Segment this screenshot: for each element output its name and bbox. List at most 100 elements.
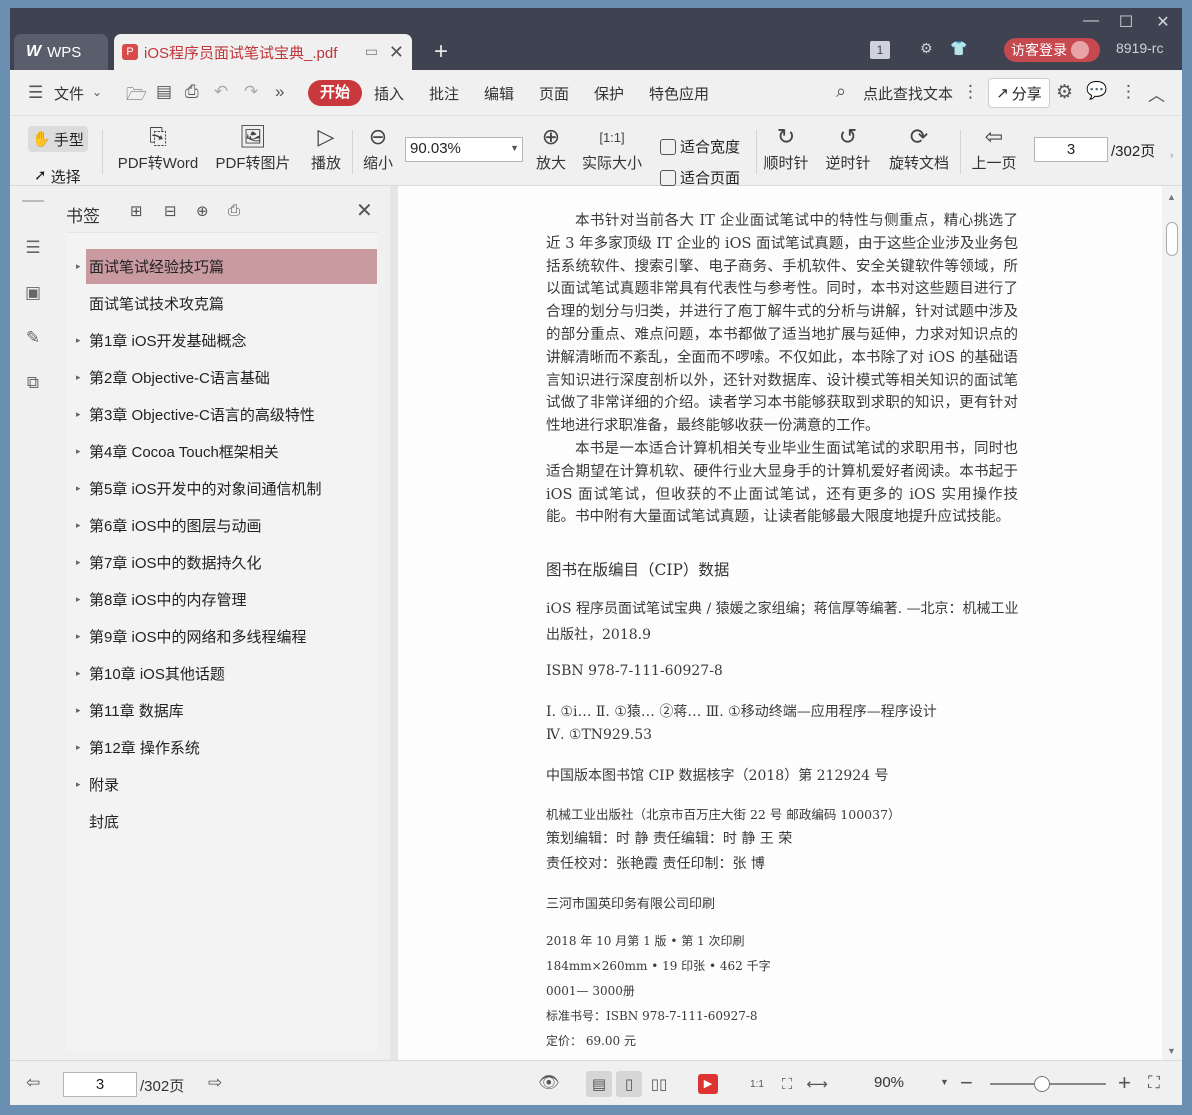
- bookmark-item[interactable]: ▸ 第8章 iOS中的内存管理: [76, 582, 377, 617]
- select-tool-button[interactable]: ➚ 选择: [34, 166, 81, 187]
- window-count-badge[interactable]: 1: [870, 41, 890, 59]
- tab-insert[interactable]: 插入: [374, 83, 404, 104]
- expand-arrow-icon[interactable]: ▸: [76, 372, 81, 383]
- search-icon[interactable]: ⌕: [836, 81, 846, 102]
- scrollbar-thumb[interactable]: [1166, 222, 1178, 256]
- bookmark-item[interactable]: ▸ 附录: [76, 767, 377, 802]
- rotate-counterclockwise-button[interactable]: ↺ 逆时针: [824, 122, 872, 173]
- chevron-down-icon[interactable]: ⌄: [92, 85, 102, 99]
- bookmark-item[interactable]: ▸ 第1章 iOS开发基础概念: [76, 323, 377, 358]
- expand-all-icon[interactable]: ⊞: [130, 202, 143, 220]
- fit-page-button[interactable]: 适合页面: [660, 167, 740, 188]
- scroll-down-icon[interactable]: ▼: [1167, 1046, 1176, 1056]
- expand-arrow-icon[interactable]: ▸: [76, 668, 81, 679]
- more-vertical-icon[interactable]: ⋮: [962, 82, 979, 102]
- fit-width-button[interactable]: 适合宽度: [660, 136, 740, 157]
- bookmark-item[interactable]: ▸ 第6章 iOS中的图层与动画: [76, 508, 377, 543]
- bookmark-item[interactable]: ▸ 面试笔试经验技巧篇: [76, 249, 377, 284]
- tab-annotate[interactable]: 批注: [429, 83, 459, 104]
- tab-pin-icon[interactable]: ▭: [365, 43, 378, 60]
- fit-width-icon[interactable]: ⟷: [804, 1071, 830, 1097]
- expand-arrow-icon[interactable]: ▸: [76, 335, 81, 346]
- expand-arrow-icon[interactable]: ▸: [76, 779, 81, 790]
- find-text-button[interactable]: 点此查找文本: [863, 83, 953, 104]
- zoom-slider-handle[interactable]: [1034, 1076, 1051, 1092]
- rotate-clockwise-button[interactable]: ↻ 顺时针: [762, 122, 810, 173]
- hamburger-menu-icon[interactable]: ☰: [28, 83, 43, 103]
- actual-size-icon[interactable]: 1:1: [744, 1071, 770, 1097]
- minimize-icon[interactable]: —: [1076, 12, 1106, 30]
- comment-icon[interactable]: 💬: [1086, 81, 1107, 101]
- bookmark-item[interactable]: ▸ 第11章 数据库: [76, 693, 377, 728]
- bookmark-item[interactable]: ▸ 第7章 iOS中的数据持久化: [76, 545, 377, 580]
- zoom-out-button[interactable]: ⊖ 缩小: [358, 122, 398, 173]
- expand-arrow-icon[interactable]: ▸: [76, 557, 81, 568]
- actual-size-button[interactable]: [1:1] 实际大小: [580, 122, 644, 173]
- fit-page-icon[interactable]: ⛶: [774, 1071, 800, 1097]
- expand-arrow-icon[interactable]: ▸: [76, 742, 81, 753]
- expand-arrow-icon[interactable]: ▸: [76, 594, 81, 605]
- collapse-ribbon-icon[interactable]: ︿: [1148, 81, 1165, 106]
- hand-tool-button[interactable]: ✋ 手型: [28, 126, 88, 152]
- expand-arrow-icon[interactable]: ▸: [76, 520, 81, 531]
- document-view[interactable]: 本书针对当前各大 IT 企业面试笔试中的特性与侧重点，精心挑选了近 3 年多家顶…: [398, 186, 1162, 1060]
- print-icon[interactable]: ⎙: [185, 82, 199, 102]
- add-bookmark-icon[interactable]: ⊕: [196, 202, 209, 220]
- zoom-in-icon[interactable]: +: [1118, 1070, 1131, 1096]
- vertical-scrollbar[interactable]: ▲ ▼: [1162, 186, 1182, 1060]
- redo-icon[interactable]: ↷: [244, 82, 258, 102]
- zoom-dropdown-icon[interactable]: ▼: [940, 1077, 949, 1087]
- tab-wps-home[interactable]: W WPS: [14, 34, 108, 70]
- pdf-to-image-button[interactable]: 🖼 PDF转图片: [212, 122, 294, 173]
- pdf-to-word-button[interactable]: ⎘ PDF转Word: [112, 122, 204, 173]
- share-button[interactable]: ↗ 分享: [988, 78, 1050, 108]
- scroll-up-icon[interactable]: ▲: [1167, 192, 1176, 202]
- collapse-all-icon[interactable]: ⊟: [164, 202, 177, 220]
- expand-arrow-icon[interactable]: ▸: [76, 483, 81, 494]
- bookmark-item[interactable]: ▸ 第9章 iOS中的网络和多线程编程: [76, 619, 377, 654]
- fullscreen-icon[interactable]: ⛶: [1148, 1073, 1160, 1093]
- zoom-out-icon[interactable]: −: [960, 1070, 973, 1096]
- save-icon[interactable]: ▤: [156, 82, 172, 102]
- bookmark-item[interactable]: ▸ 第10章 iOS其他话题: [76, 656, 377, 691]
- page-number-input[interactable]: 3: [1034, 137, 1108, 162]
- undo-icon[interactable]: ↶: [214, 82, 228, 102]
- more-options-icon[interactable]: ⋮: [1120, 82, 1137, 102]
- prev-page-arrow-icon[interactable]: ⇦: [26, 1073, 40, 1093]
- two-page-mode-icon[interactable]: ▯▯: [646, 1071, 672, 1097]
- expand-arrow-icon[interactable]: ▸: [76, 705, 81, 716]
- bookmark-list-icon[interactable]: ☰: [22, 238, 44, 260]
- tab-edit[interactable]: 编辑: [484, 83, 514, 104]
- tab-start[interactable]: 开始: [308, 80, 362, 106]
- play-slideshow-icon[interactable]: ▶: [698, 1074, 718, 1094]
- tab-featured-apps[interactable]: 特色应用: [649, 83, 709, 104]
- zoom-select[interactable]: 90.03% ▼: [405, 137, 523, 162]
- bookmark-item[interactable]: 面试笔试技术攻克篇: [86, 286, 377, 321]
- tab-protect[interactable]: 保护: [594, 83, 624, 104]
- tab-page[interactable]: 页面: [539, 83, 569, 104]
- single-page-mode-icon[interactable]: ▤: [586, 1071, 612, 1097]
- bookmark-item[interactable]: ▸ 第5章 iOS开发中的对象间通信机制: [76, 471, 377, 506]
- rotate-document-button[interactable]: ⟳ 旋转文档: [886, 122, 952, 173]
- open-folder-icon[interactable]: 🗁: [126, 82, 147, 111]
- bookmark-item[interactable]: ▸ 第4章 Cocoa Touch框架相关: [76, 434, 377, 469]
- eye-protection-icon[interactable]: 👁: [538, 1073, 560, 1093]
- attachment-icon[interactable]: ⧉: [22, 373, 44, 395]
- new-tab-button[interactable]: +: [434, 38, 448, 66]
- bookmark-item[interactable]: ▸ 第2章 Objective-C语言基础: [76, 360, 377, 395]
- skin-icon[interactable]: 👕: [950, 40, 967, 57]
- theme-icon[interactable]: ⚙: [920, 40, 933, 57]
- maximize-icon[interactable]: ☐: [1111, 12, 1141, 32]
- tab-document[interactable]: P iOS程序员面试笔试宝典_.pdf ▭ ✕: [114, 34, 412, 70]
- panel-splitter[interactable]: [390, 186, 398, 1060]
- continuous-mode-icon[interactable]: ▯: [616, 1071, 642, 1097]
- bookmark-item[interactable]: ▸ 第12章 操作系统: [76, 730, 377, 765]
- tab-close-icon[interactable]: ✕: [389, 42, 404, 63]
- toolbar-scroll-right-icon[interactable]: ›: [1170, 150, 1173, 161]
- expand-arrow-icon[interactable]: ▸: [76, 261, 81, 272]
- bookmark-icon[interactable]: ⎙: [228, 202, 240, 219]
- status-page-input[interactable]: 3: [63, 1072, 137, 1097]
- thumbnail-icon[interactable]: ▣: [22, 283, 44, 305]
- play-button[interactable]: ▷ 播放: [306, 122, 346, 173]
- next-page-arrow-icon[interactable]: ⇨: [208, 1073, 222, 1093]
